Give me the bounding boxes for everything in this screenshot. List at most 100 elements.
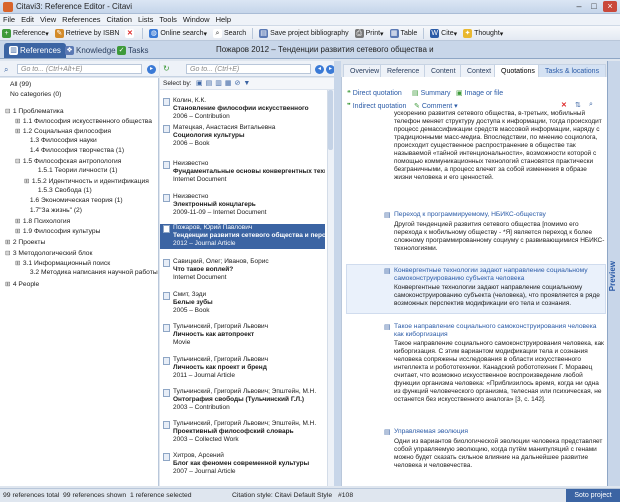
reference-meta: 2006 – Book [173,140,210,148]
cite-button[interactable]: W Cite ▾ [428,26,459,41]
search-button[interactable]: ⌕ Search [211,26,248,41]
tab-tasks-locations[interactable]: Tasks & locations [538,64,607,77]
quote-icon[interactable]: ▤ [384,323,391,331]
tree-item[interactable]: ⊞ 4 People [5,280,39,288]
image-file-button[interactable]: ▣ Image or file [456,89,503,97]
pane-splitter[interactable] [334,61,341,486]
tab-context[interactable]: Context [460,64,499,77]
expander-icon[interactable]: ⊞ [5,280,11,288]
tree-item[interactable]: ⊞ 3.1 Информационный поиск [15,259,110,267]
reference-meta: 2011 – Journal Article [173,372,236,380]
delete-quote-icon[interactable]: ✕ [561,101,567,109]
menu-edit[interactable]: Edit [18,14,37,24]
expander-icon[interactable]: ⊞ [15,217,21,225]
menu-tools[interactable]: Tools [156,14,180,24]
tree-item[interactable]: ⊟ 3 Методологический блок [5,249,92,257]
save-bibliography-button[interactable]: ▤ Save project bibliography [257,26,351,41]
menu-references[interactable]: References [59,14,103,24]
menu-citation[interactable]: Citation [104,14,135,24]
tree-item[interactable]: 1.5.3 Свобода (1) [30,187,92,194]
tree-item[interactable]: ⊞ 1.8 Психология [15,217,70,225]
refresh-icon[interactable]: ↻ [163,64,170,73]
reference-row[interactable]: Хитров, Арсений Блог как феномен современ… [160,452,325,477]
reference-row[interactable]: Тульчинский, Григорий Львович Личность ка… [160,323,325,348]
tree-item[interactable]: 1.4 Философия творчества (1) [22,147,124,154]
print-button[interactable]: ⎙ Print ▾ [353,26,386,41]
expander-icon[interactable]: ⊞ [15,227,21,235]
reference-row[interactable]: Савицкий, Олег; Иванов, Борис Что такое в… [160,258,325,283]
goto-category-input[interactable]: Go to... (Ctrl+Alt+E) [17,64,142,74]
expander-icon[interactable]: ⊞ [24,177,30,185]
expander-icon[interactable]: ⊞ [15,259,21,267]
table-button[interactable]: ▦ Table [388,26,420,41]
tree-item[interactable]: ⊞ 1.1 Философия искусственного общества [15,117,152,125]
expander-icon[interactable]: ⊟ [5,107,11,115]
tab-tasks[interactable]: ✓ Tasks [112,43,153,58]
reference-row[interactable]: Колин, К.К. Становление философии искусст… [160,97,325,122]
tree-item[interactable]: ⊞ 1.5.2 Идентичность и идентификация [24,177,149,185]
preview-sidebar[interactable]: Preview [607,61,620,486]
menu-file[interactable]: File [0,14,18,24]
menu-help[interactable]: Help [213,14,234,24]
tree-item[interactable]: 1.6 Экономическая теория (1) [22,197,123,204]
maximize-icon[interactable]: □ [587,1,601,12]
filter-icons[interactable]: ▣▤▥▦⊘▼ [196,79,253,87]
reference-row[interactable]: Пожаров, Юрий Павлович Тенденции развития… [160,224,325,249]
close-icon[interactable]: × [603,1,617,12]
tree-no-categories[interactable]: No categories (0) [10,91,61,98]
tree-item[interactable]: ⊞ 1.9 Философия культуры [15,227,100,235]
thought-button[interactable]: ✦ Thought ▾ [461,26,505,41]
expander-icon[interactable]: ⊞ [15,127,21,135]
reference-row[interactable]: Неизвестно Фундаментальные основы конверг… [160,160,325,185]
tab-content[interactable]: Content [424,64,463,77]
tree-item[interactable]: 3.2 Методика написания научной работы [22,269,158,276]
menu-lists[interactable]: Lists [135,14,156,24]
tree-item[interactable]: ⊞ 1.2 Социальная философия [15,127,111,135]
online-search-button[interactable]: ◍ Online search ▾ [147,26,209,41]
comment-button[interactable]: ✎ Comment ▾ [414,102,458,110]
minimize-icon[interactable]: – [572,1,586,12]
tree-item[interactable]: 1.5.1 Теории личности (1) [30,167,118,174]
reference-row[interactable]: Неизвестно Электронный концлагерь 2009-11-… [160,193,325,218]
tree-all[interactable]: All (99) [10,81,31,88]
quote-title[interactable]: Такое направление социального самоконстр… [394,323,604,339]
zoom-icon[interactable]: ⌕ [589,101,593,109]
prev-icon[interactable]: ◂ [315,65,324,74]
tree-item[interactable]: 1.3 Философия науки [22,137,97,144]
reference-button[interactable]: + Reference ▾ [0,26,51,41]
move-icon[interactable]: ⇅ [575,101,581,109]
reference-row[interactable]: Смит, Зэди Белые зубы 2005 – Book [160,291,325,316]
direct-quotation-button[interactable]: ❝ Direct quotation [347,89,402,97]
tree-item[interactable]: ⊞ 2 Проекты [5,238,45,246]
menu-window[interactable]: Window [180,14,213,24]
menu-view[interactable]: View [37,14,59,24]
quote-icon[interactable]: ▤ [384,211,391,219]
retrieve-isbn-button[interactable]: ✎ Retrieve by ISBN [53,26,122,41]
tab-quotations[interactable]: Quotations [494,64,542,77]
next-icon[interactable]: ▸ [147,65,156,74]
tab-references[interactable]: ▥ References [4,43,66,58]
indirect-quotation-button[interactable]: ❞ Indirect quotation [347,102,406,110]
quote-icon[interactable]: ▤ [384,267,391,275]
expander-icon[interactable]: ⊟ [15,157,21,165]
quote-icon[interactable]: ▤ [384,428,391,436]
goto-reference-input[interactable]: Go to... (Ctrl+E) [186,64,311,74]
quote-title[interactable]: Управляемая эволюция [394,428,604,436]
expander-icon[interactable]: ⊞ [15,117,21,125]
quote-title[interactable]: Конвергентные технологии задают направле… [394,267,604,283]
expander-icon[interactable]: ⊞ [5,238,11,246]
tab-reference[interactable]: Reference [380,64,427,77]
tree-item[interactable]: ⊟ 1.5 Философская антропология [15,157,121,165]
reference-row[interactable]: Матецкая, Анастасия Витальевна Социология… [160,124,325,149]
expander-icon[interactable]: ⊟ [5,249,11,257]
tree-item[interactable]: ⊟ 1 Проблематика [5,107,64,115]
reference-row[interactable]: Тульчинский, Григорий Львович; Эпштейн, … [160,388,325,413]
reference-type-icon [163,125,170,133]
tree-item[interactable]: 1.7"За жизнь" (2) [22,207,82,214]
summary-button[interactable]: ▤ Summary [412,89,451,97]
quote-title[interactable]: Переход к программируемому, НБИКС-общест… [394,211,604,219]
scrollbar-thumb[interactable] [328,90,333,150]
delete-button[interactable]: ✕ [123,26,138,41]
reference-row[interactable]: Тульчинский, Григорий Львович; Эпштейн, … [160,420,325,445]
reference-row[interactable]: Тульчинский, Григорий Львович Личность ка… [160,356,325,381]
